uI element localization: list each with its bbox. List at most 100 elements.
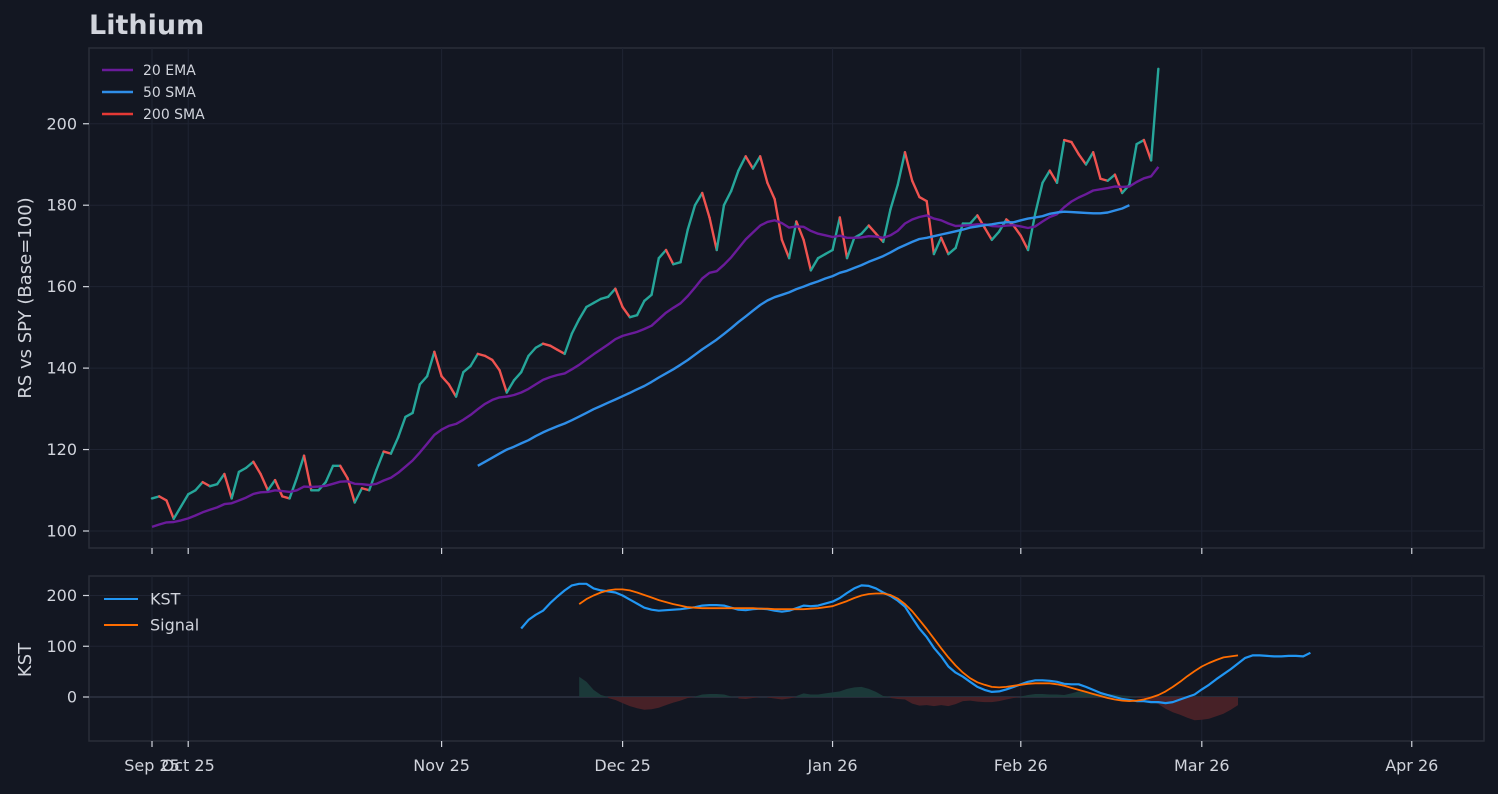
rs-line-segment [621,305,632,319]
rs-line-segment [679,228,689,264]
rs-line-segment [1091,151,1102,180]
rs-line-segment [498,368,508,394]
rs-line-segment [266,478,277,492]
rs-line-segment [911,179,921,199]
kst-panel: Sep 25Oct 25 Nov 25 Dec 25 Jan 26 Feb 26 Mar … [15,575,1485,775]
kst-panel-frame [88,575,1485,742]
rs-y-tick-label: 120 [46,440,77,459]
kst-histogram-negative [767,697,797,700]
rs-line-segment [165,499,175,520]
kst-histogram-negative [608,697,695,710]
rs-line-segment [1077,153,1088,166]
legend-label: KST [150,590,181,609]
rs-line-segment [179,493,190,508]
rs-line-segment [831,216,841,252]
rs-line-segment [230,470,241,500]
rs-line-segment [751,155,762,170]
rs-line-segment [708,216,718,252]
rs-legend: 20 EMA 50 SMA 200 SMA [102,63,205,123]
rs-line-segment [302,454,313,492]
rs-line-segment [744,155,755,170]
rs-line-segment [845,236,856,260]
rs-line-segment [766,181,776,201]
rs-y-tick-label: 160 [46,277,77,296]
rs-line-segment [520,354,530,374]
kst-histogram-negative [738,697,761,699]
kst-y-tick-label: 0 [67,688,77,707]
rs-line-segment [867,224,878,235]
rs-line-segment [1070,140,1080,156]
rs-line-segment [295,454,306,480]
rs-line-segment [939,236,950,256]
rs-line-segment [324,464,335,484]
kst-y-axis-label: KST [15,642,36,677]
rs-line-segment [447,383,458,398]
rs-line-segment [534,342,545,349]
rs-line-segment [1048,169,1059,185]
rs-line-segment [968,214,979,225]
rs-line-segment [411,383,422,415]
x-tick-label: Oct 25 [162,756,215,775]
rs-line-segment [722,189,733,207]
legend-label: Signal [150,616,199,635]
legend-label: 50 SMA [143,85,196,101]
rs-line-segment [860,224,870,235]
rs-y-axis-label: RS vs SPY (Base=100) [15,197,36,398]
rs-line-segment [809,256,820,272]
rs-line-segment [512,370,523,382]
rs-line-segment [737,155,747,172]
x-tick-label: Feb 26 [994,756,1048,775]
rs-line-segment [650,256,660,296]
rs-line-segment [657,248,668,260]
rs-line-segment [1019,234,1030,252]
kst-line [520,582,1311,705]
x-tick-label: Nov 25 [413,756,470,775]
rs-line-segment [194,480,204,492]
rs-y-tick-label: 200 [46,114,77,133]
rs-line-segment [288,476,298,500]
rs-line-segment [643,293,653,303]
rs-y-tick-label: 140 [46,359,77,378]
rs-line-segment [570,318,581,335]
rs-line-segment [215,472,226,486]
rs-line-segment [505,379,516,394]
rs-line-segment [491,358,501,372]
rs-line-segment [577,305,588,321]
rs-line-segment [758,155,769,185]
rs-line-segment [664,248,675,266]
rs-line-segment [918,195,928,203]
chart-figure: Lithium 100 120 140 160 180 200 RS vs SPY (Bas… [0,0,1498,790]
rs-line-segment [1113,173,1124,195]
x-tick-label: Mar 26 [1174,756,1230,775]
chart-title: Lithium [89,10,205,41]
kst-histogram-positive [796,686,891,697]
x-tick-label: Jan 26 [807,756,858,775]
rs-line-segment [614,287,624,309]
rs-line-segment [925,199,936,256]
rs-line-segment [404,411,414,419]
rs-line-segment [1149,67,1160,162]
rs-line-segment [273,478,284,498]
rs-line-segment [1055,138,1066,185]
rs-line-segment [454,370,465,398]
rs-panel: 100 120 140 160 180 200 RS vs SPY (Base=100) 20… [15,47,1485,554]
rs-line-segment [469,352,479,368]
legend-label: 20 EMA [143,63,196,79]
rs-line-segment [947,246,957,256]
rs-line-segment [954,222,965,250]
rs-line-segment [1034,181,1044,215]
kst-histogram-negative [1136,697,1238,721]
rs-line-segment [780,238,791,260]
rs-line-segment [1106,173,1117,182]
rs-line-segment [585,301,595,309]
rs-line-segment [635,299,646,317]
rs-line-segment [418,375,429,386]
kst-histogram-positive [695,694,739,697]
kst-y-tick-label: 100 [46,637,77,656]
rs-line-segment [252,460,262,476]
rs-line-segment [983,226,994,242]
rs-line-segment [990,230,1001,242]
rs-line-segment [396,415,407,439]
kst-histogram-positive [1020,691,1137,697]
rs-line-segment [353,487,364,504]
